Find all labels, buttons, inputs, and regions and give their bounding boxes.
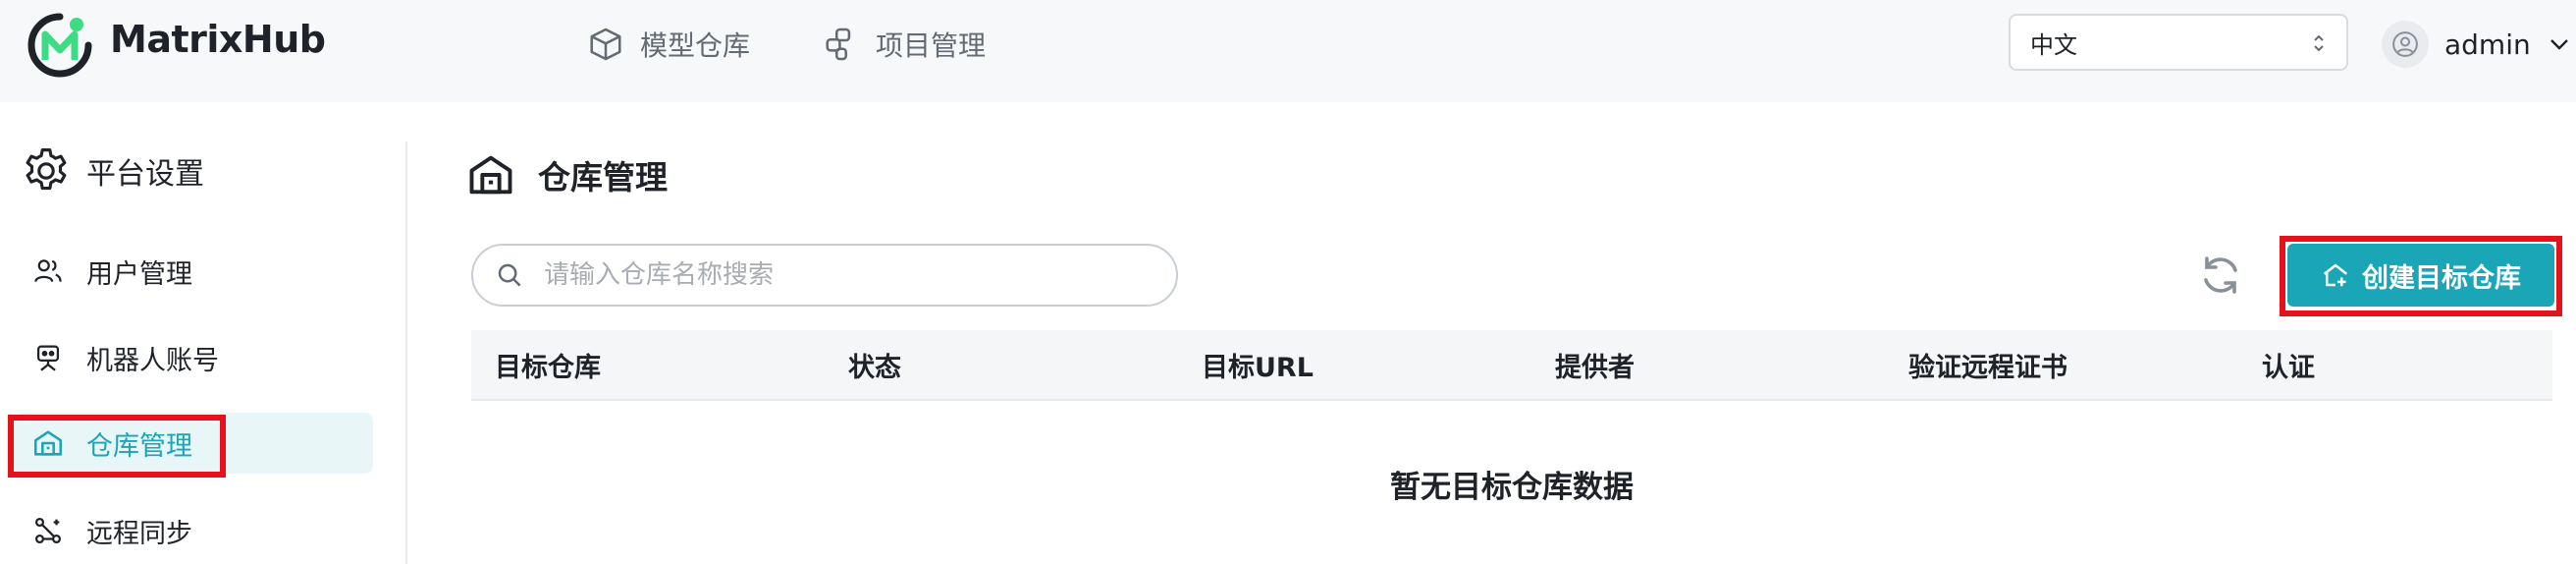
column-header: 提供者 [1555, 352, 1635, 383]
column-header: 状态 [848, 352, 901, 383]
column-header: 认证 [2262, 352, 2315, 383]
highlight-box-create [2280, 236, 2562, 316]
robot-icon [36, 345, 60, 371]
page-title: 仓库管理 [465, 147, 668, 202]
sidebar-item-robot-accounts[interactable]: 机器人账号 [14, 327, 373, 388]
search-box[interactable] [471, 244, 1178, 307]
sidebar-item-label: 用户管理 [86, 258, 192, 290]
sidebar-item-label: 远程同步 [86, 518, 192, 549]
sidebar-divider [405, 141, 407, 564]
table-header: 目标仓库 状态 目标URL 提供者 验证远程证书 认证 [471, 330, 2552, 401]
matrixhub-logo[interactable] [26, 11, 94, 80]
highlight-box-sidebar [8, 415, 226, 478]
app-name[interactable]: MatrixHub [110, 18, 326, 61]
language-select-value: 中文 [2030, 30, 2077, 59]
refresh-icon[interactable] [2197, 252, 2244, 299]
select-updown-icon [2314, 34, 2324, 52]
chevron-down-icon [2549, 39, 2568, 50]
warehouse-icon [469, 155, 512, 195]
sidebar-item-remote-sync[interactable]: 远程同步 [14, 500, 373, 561]
top-header: MatrixHub 模型仓库 项目管理 中文 admin [0, 0, 2576, 102]
search-input[interactable] [542, 259, 1135, 291]
nav-project-management[interactable]: 项目管理 [823, 20, 986, 69]
project-icon [826, 28, 851, 61]
sidebar-title: 平台设置 [20, 143, 204, 198]
nav-project-management-label: 项目管理 [876, 29, 987, 62]
nav-model-repo[interactable]: 模型仓库 [587, 20, 750, 69]
user-circle-icon [2392, 31, 2418, 57]
sidebar-item-users[interactable]: 用户管理 [14, 241, 373, 302]
user-menu[interactable]: admin [2382, 18, 2570, 71]
search-icon [498, 263, 521, 287]
empty-state-text: 暂无目标仓库数据 [1390, 470, 1634, 505]
sync-nodes-icon [34, 517, 62, 544]
gear-icon [26, 148, 67, 191]
user-name: admin [2444, 28, 2531, 61]
column-header: 验证远程证书 [1908, 352, 2067, 383]
nav-model-repo-label: 模型仓库 [640, 29, 751, 62]
sidebar-item-label: 机器人账号 [86, 345, 219, 376]
users-icon [34, 259, 62, 283]
column-header: 目标URL [1202, 352, 1314, 383]
cube-icon [590, 28, 621, 61]
page-title-label: 仓库管理 [538, 158, 668, 197]
avatar [2382, 21, 2429, 68]
sidebar-title-label: 平台设置 [86, 157, 204, 192]
column-header: 目标仓库 [495, 352, 601, 383]
language-select[interactable]: 中文 [2009, 14, 2348, 71]
